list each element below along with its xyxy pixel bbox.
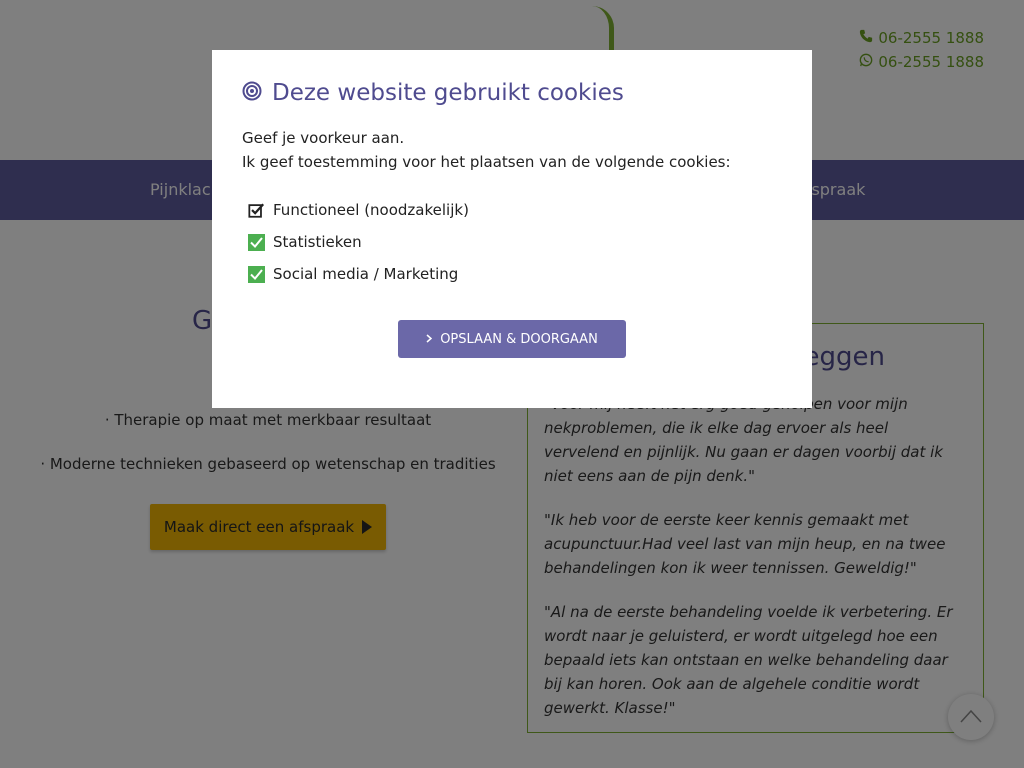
cookie-option-statistics: Statistieken [248, 226, 782, 258]
chevron-right-icon [426, 332, 433, 347]
cookie-options: Functioneel (noodzakelijk) Statistieken … [248, 194, 782, 290]
save-button-label: OPSLAAN & DOORGAAN [440, 331, 598, 347]
target-icon [242, 81, 262, 105]
dialog-intro: Geef je voorkeur aan. Ik geef toestemmin… [242, 126, 782, 174]
cookie-option-marketing: Social media / Marketing [248, 258, 782, 290]
dialog-title: Deze website gebruikt cookies [272, 80, 624, 106]
locked-checkbox-icon [248, 202, 265, 219]
option-label: Statistieken [273, 233, 362, 251]
marketing-checkbox[interactable] [248, 265, 265, 283]
intro-line: Ik geef toestemming voor het plaatsen va… [242, 153, 731, 171]
cookie-consent-dialog: Deze website gebruikt cookies Geef je vo… [212, 50, 812, 408]
intro-line: Geef je voorkeur aan. [242, 129, 405, 147]
save-and-continue-button[interactable]: OPSLAAN & DOORGAAN [398, 320, 626, 358]
dialog-header: Deze website gebruikt cookies [242, 80, 782, 106]
cookie-option-functional: Functioneel (noodzakelijk) [248, 194, 782, 226]
option-label: Social media / Marketing [273, 265, 459, 283]
statistics-checkbox[interactable] [248, 233, 265, 251]
option-label: Functioneel (noodzakelijk) [273, 201, 469, 219]
